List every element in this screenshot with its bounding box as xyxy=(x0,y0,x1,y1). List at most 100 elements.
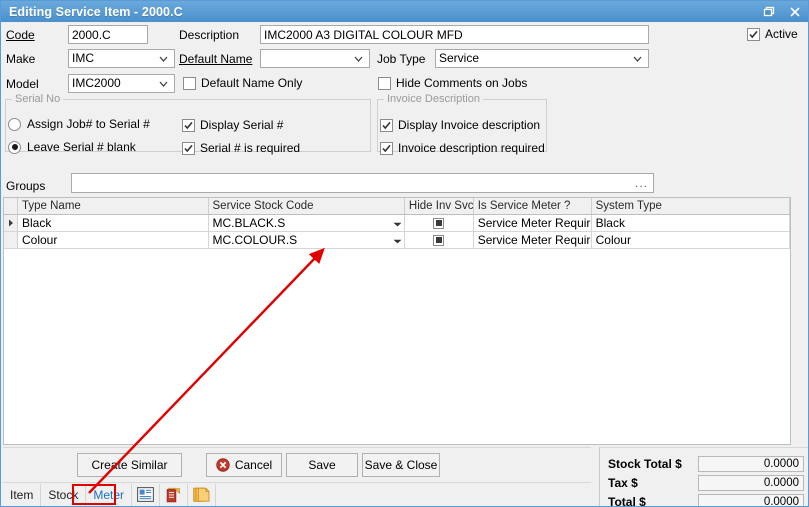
make-combo-value: IMC xyxy=(72,51,94,65)
tab-strip: Item Stock Meter xyxy=(3,482,591,506)
cancel-circle-x-icon xyxy=(216,458,230,472)
tax-label: Tax $ xyxy=(608,475,638,490)
display-invoice-description-checkbox[interactable]: Display Invoice description xyxy=(380,118,540,132)
grid-empty-area xyxy=(4,249,790,444)
cell-service-stock-code[interactable]: MC.BLACK.S xyxy=(209,215,405,231)
description-input[interactable] xyxy=(260,25,649,44)
window-title: Editing Service Item - 2000.C xyxy=(9,4,183,19)
job-type-combo[interactable]: Service xyxy=(435,49,649,68)
chevron-down-icon xyxy=(351,50,366,67)
current-row-arrow-icon xyxy=(4,215,18,231)
cell-service-stock-code-value: MC.BLACK.S xyxy=(212,216,286,230)
grid-checkbox[interactable] xyxy=(433,234,445,246)
groups-field[interactable]: ... xyxy=(71,173,654,193)
display-serial-label: Display Serial # xyxy=(200,118,284,132)
restore-window-icon[interactable] xyxy=(756,1,782,22)
button-bar: Create Similar Cancel Save Save & Close xyxy=(3,447,591,482)
hide-comments-on-jobs-checkbox[interactable]: Hide Comments on Jobs xyxy=(378,76,527,90)
ellipsis-button[interactable]: ... xyxy=(635,176,648,190)
stock-total-row: Stock Total $ 0.0000 xyxy=(608,455,804,472)
checkbox-box xyxy=(380,118,393,132)
save-and-close-button[interactable]: Save & Close xyxy=(362,453,440,477)
radio-circle xyxy=(8,140,21,154)
stock-total-label: Stock Total $ xyxy=(608,456,682,471)
checkbox-box xyxy=(183,76,196,90)
total-value: 0.0000 xyxy=(698,493,804,506)
active-checkbox-label: Active xyxy=(765,27,798,41)
tab-meter[interactable]: Meter xyxy=(86,483,133,506)
clipboard-icon[interactable] xyxy=(160,483,189,506)
checkbox-box xyxy=(747,27,760,41)
cell-service-stock-code[interactable]: MC.COLOUR.S xyxy=(209,232,405,248)
serial-required-checkbox[interactable]: Serial # is required xyxy=(182,141,300,155)
make-combo[interactable]: IMC xyxy=(68,49,175,68)
cell-service-stock-code-value: MC.COLOUR.S xyxy=(212,233,298,247)
chevron-down-icon xyxy=(156,50,171,67)
grid-header-indicator xyxy=(4,198,18,214)
default-name-label: Default Name xyxy=(179,52,253,66)
cell-system-type[interactable]: Black xyxy=(592,215,790,231)
checkbox-box xyxy=(380,141,393,155)
stock-total-value: 0.0000 xyxy=(698,455,804,472)
cancel-button[interactable]: Cancel xyxy=(206,453,282,477)
copy-pages-icon[interactable] xyxy=(188,483,217,506)
job-type-label: Job Type xyxy=(377,52,426,66)
assign-job-to-serial-radio[interactable]: Assign Job# to Serial # xyxy=(8,117,150,131)
radio-circle xyxy=(8,117,21,131)
save-button[interactable]: Save xyxy=(286,453,358,477)
cell-is-service-meter-value: Service Meter Require xyxy=(477,216,592,230)
code-input[interactable] xyxy=(68,25,148,44)
display-invoice-description-label: Display Invoice description xyxy=(398,118,541,132)
column-header-type-name[interactable]: Type Name xyxy=(18,198,209,214)
cell-is-service-meter[interactable]: Service Meter Require xyxy=(474,232,592,248)
table-row[interactable]: Colour MC.COLOUR.S Service Meter Require… xyxy=(4,232,790,249)
title-bar: Editing Service Item - 2000.C xyxy=(1,1,808,22)
service-meter-grid: Type Name Service Stock Code Hide Inv Sv… xyxy=(3,197,791,445)
description-label: Description xyxy=(179,28,240,42)
cell-hide-inv-svc[interactable] xyxy=(405,215,474,231)
column-header-hide-inv-svc[interactable]: Hide Inv Svc xyxy=(405,198,474,214)
model-combo-value: IMC2000 xyxy=(72,76,121,90)
report-list-icon[interactable] xyxy=(132,483,161,506)
table-row[interactable]: Black MC.BLACK.S Service Meter Require B… xyxy=(4,215,790,232)
close-icon[interactable] xyxy=(782,1,808,22)
make-label: Make xyxy=(6,52,36,66)
code-label: Code xyxy=(6,28,35,42)
invoice-description-required-label: Invoice description required xyxy=(398,141,545,155)
default-name-only-checkbox[interactable]: Default Name Only xyxy=(183,76,302,90)
chevron-down-icon[interactable] xyxy=(393,232,402,248)
create-similar-button[interactable]: Create Similar xyxy=(77,453,182,477)
total-label: Total $ xyxy=(608,494,646,507)
chevron-down-icon[interactable] xyxy=(393,215,402,231)
grid-checkbox[interactable] xyxy=(433,217,445,229)
grid-header-row: Type Name Service Stock Code Hide Inv Sv… xyxy=(4,198,790,215)
totals-panel: Stock Total $ 0.0000 Tax $ 0.0000 Total … xyxy=(599,447,808,506)
cell-type-name[interactable]: Colour xyxy=(18,232,209,248)
invoice-description-required-checkbox[interactable]: Invoice description required xyxy=(380,141,545,155)
invoice-description-group-title: Invoice Description xyxy=(384,93,483,105)
hide-comments-on-jobs-label: Hide Comments on Jobs xyxy=(396,76,528,90)
display-serial-checkbox[interactable]: Display Serial # xyxy=(182,118,283,132)
column-header-is-service-meter[interactable]: Is Service Meter ? xyxy=(474,198,592,214)
checkbox-box xyxy=(378,76,391,90)
active-checkbox[interactable]: Active xyxy=(747,27,798,41)
cell-type-name[interactable]: Black xyxy=(18,215,209,231)
groups-label: Groups xyxy=(6,179,46,193)
default-name-combo[interactable] xyxy=(260,49,370,68)
row-indicator xyxy=(4,232,18,248)
cell-hide-inv-svc[interactable] xyxy=(405,232,474,248)
chevron-down-icon xyxy=(630,50,645,67)
tax-value: 0.0000 xyxy=(698,474,804,491)
cell-system-type[interactable]: Colour xyxy=(592,232,790,248)
checkbox-box xyxy=(182,118,195,132)
tab-stock[interactable]: Stock xyxy=(41,483,87,506)
default-name-only-label: Default Name Only xyxy=(201,76,303,90)
leave-serial-blank-label: Leave Serial # blank xyxy=(27,140,136,154)
model-label: Model xyxy=(6,77,39,91)
tab-item[interactable]: Item xyxy=(3,483,42,506)
leave-serial-blank-radio[interactable]: Leave Serial # blank xyxy=(8,140,136,154)
column-header-system-type[interactable]: System Type xyxy=(592,198,790,214)
column-header-service-stock-code[interactable]: Service Stock Code xyxy=(209,198,405,214)
cell-is-service-meter[interactable]: Service Meter Require xyxy=(474,215,592,231)
model-combo[interactable]: IMC2000 xyxy=(68,74,175,93)
